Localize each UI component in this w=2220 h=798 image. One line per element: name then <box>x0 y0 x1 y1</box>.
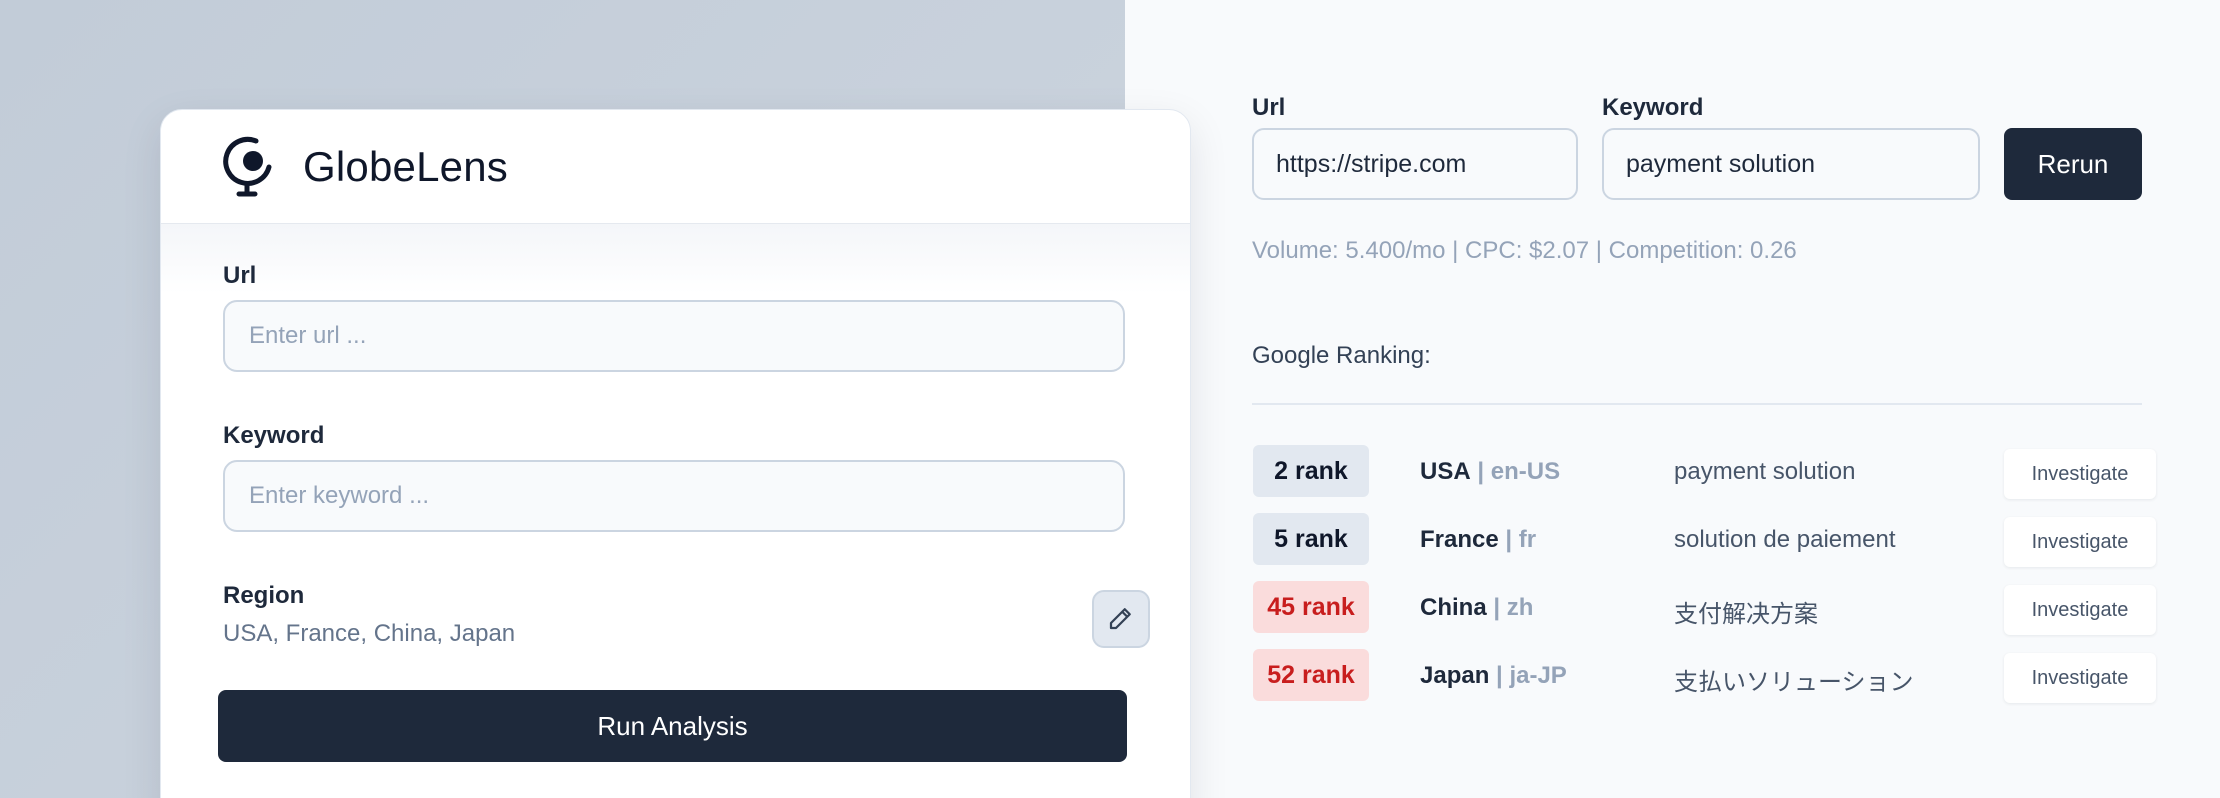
edit-region-button[interactable] <box>1092 590 1150 648</box>
localized-keyword: payment solution <box>1674 458 1856 485</box>
keyword-stats: Volume: 5.400/mo | CPC: $2.07 | Competit… <box>1252 237 1797 264</box>
country-name: Japan <box>1420 662 1490 689</box>
region-label: Region <box>223 582 305 609</box>
ranking-row: 52 rank Japan | ja-JP 支払いソリューション Investi… <box>1252 647 2162 715</box>
ranking-region: China | zh <box>1420 594 1533 622</box>
ranking-region: France | fr <box>1420 526 1536 554</box>
language-code: zh <box>1506 594 1534 621</box>
language-code: ja-JP <box>1509 662 1567 689</box>
localized-keyword: 支払いソリューション <box>1674 669 1914 696</box>
analysis-form-card: GlobeLens Url Keyword Region USA, France… <box>160 109 1191 798</box>
card-header: GlobeLens <box>161 110 1190 224</box>
investigate-button[interactable]: Investigate <box>2004 517 2156 567</box>
separator: | <box>1493 594 1501 621</box>
ranking-list: 2 rank USA | en-US payment solution Inve… <box>1252 443 2162 715</box>
region-value: USA, France, China, Japan <box>223 620 516 647</box>
separator: | <box>1496 662 1503 689</box>
run-analysis-button[interactable]: Run Analysis <box>218 690 1127 762</box>
ranking-region: USA | en-US <box>1420 458 1560 486</box>
country-name: USA <box>1420 458 1471 485</box>
country-name: China <box>1420 594 1487 621</box>
ranking-row: 45 rank China | zh 支付解决方案 Investigate <box>1252 579 2162 647</box>
card-body: Url Keyword Region USA, France, China, J… <box>161 224 1190 670</box>
ranking-row: 5 rank France | fr solution de paiement … <box>1252 511 2162 579</box>
globe-lens-icon <box>223 136 273 198</box>
ranking-row: 2 rank USA | en-US payment solution Inve… <box>1252 443 2162 511</box>
results-keyword-label: Keyword <box>1602 94 1704 121</box>
results-keyword-input[interactable] <box>1602 128 1980 200</box>
brand-name: GlobeLens <box>303 142 508 190</box>
ranking-region: Japan | ja-JP <box>1420 662 1567 690</box>
country-name: France <box>1420 526 1499 553</box>
investigate-button[interactable]: Investigate <box>2004 653 2156 703</box>
url-field-group: Url <box>223 262 1128 372</box>
pencil-icon <box>1106 603 1136 636</box>
investigate-button[interactable]: Investigate <box>2004 585 2156 635</box>
rerun-button[interactable]: Rerun <box>2004 128 2142 200</box>
results-url-input[interactable] <box>1252 128 1578 200</box>
rank-badge: 5 rank <box>1253 513 1369 565</box>
rank-badge: 45 rank <box>1253 581 1369 633</box>
separator: | <box>1477 458 1485 485</box>
divider <box>1252 403 2142 405</box>
language-code: fr <box>1518 526 1537 553</box>
keyword-input[interactable] <box>223 460 1125 532</box>
language-code: en-US <box>1490 458 1561 485</box>
google-ranking-title: Google Ranking: <box>1252 342 1431 369</box>
region-field-group: Region USA, France, China, Japan <box>223 582 1150 670</box>
keyword-label: Keyword <box>223 422 325 449</box>
url-input[interactable] <box>223 300 1125 372</box>
rank-badge: 2 rank <box>1253 445 1369 497</box>
keyword-field-group: Keyword <box>223 422 1128 532</box>
investigate-button[interactable]: Investigate <box>2004 449 2156 499</box>
localized-keyword: 支付解决方案 <box>1674 601 1818 628</box>
results-url-label: Url <box>1252 94 1286 121</box>
localized-keyword: solution de paiement <box>1674 526 1896 553</box>
separator: | <box>1505 526 1513 553</box>
rank-badge: 52 rank <box>1253 649 1369 701</box>
url-label: Url <box>223 262 257 289</box>
